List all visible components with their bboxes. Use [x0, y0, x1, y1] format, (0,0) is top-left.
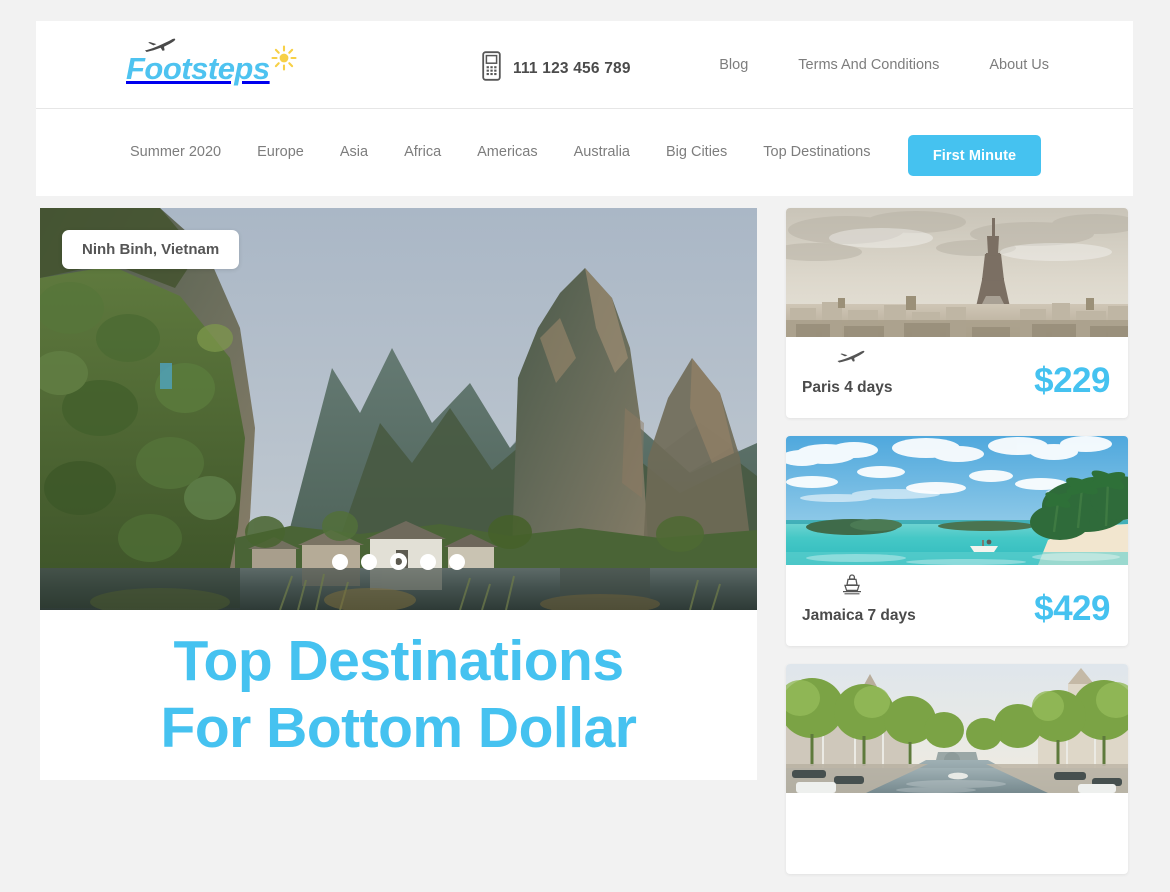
deal-image-amsterdam [786, 664, 1128, 793]
category-nav-list: Summer 2020 Europe Asia Africa Americas … [130, 144, 870, 160]
page-title-line-1: Top Destinations [173, 629, 624, 693]
hero-section: Ninh Binh, Vietnam Top Destinations For … [40, 208, 757, 780]
site-header: Footsteps 111 123 456 789 Blog Terms And… [36, 21, 1133, 108]
deal-info-amsterdam [786, 793, 1128, 874]
site-logo[interactable]: Footsteps [126, 37, 297, 84]
cruise-ship-icon [840, 573, 864, 602]
deal-info-jamaica: Jamaica 7 days $429 [786, 565, 1128, 646]
page-title-line-2: For Bottom Dollar [160, 696, 637, 761]
carousel-dot-1[interactable] [332, 553, 348, 570]
deal-card-jamaica[interactable]: Jamaica 7 days $429 [786, 436, 1128, 646]
top-link-terms-and-conditions[interactable]: Terms And Conditions [798, 57, 939, 73]
carousel-indicators [40, 553, 757, 570]
carousel-dot-3-active[interactable] [390, 553, 407, 570]
first-minute-button[interactable]: First Minute [908, 135, 1041, 176]
phone-contact[interactable]: 111 123 456 789 [482, 51, 631, 86]
deal-label-paris: Paris 4 days [802, 379, 893, 396]
deal-image-jamaica [786, 436, 1128, 565]
nav-item-americas[interactable]: Americas [477, 144, 537, 160]
nav-item-summer-2020[interactable]: Summer 2020 [130, 144, 221, 160]
nav-item-australia[interactable]: Australia [574, 144, 630, 160]
logo-text: Footsteps [126, 51, 270, 86]
main-navigation: Summer 2020 Europe Asia Africa Americas … [36, 109, 1133, 196]
mobile-phone-icon [482, 51, 501, 86]
deal-card-paris[interactable]: Paris 4 days $229 [786, 208, 1128, 418]
top-link-about-us[interactable]: About Us [989, 57, 1049, 73]
utility-nav: Blog Terms And Conditions About Us [719, 57, 1049, 73]
hero-image[interactable]: Ninh Binh, Vietnam [40, 208, 757, 610]
page-title: Top Destinations For Bottom Dollar [40, 628, 757, 763]
nav-item-asia[interactable]: Asia [340, 144, 368, 160]
nav-item-africa[interactable]: Africa [404, 144, 441, 160]
nav-item-top-destinations[interactable]: Top Destinations [763, 144, 870, 160]
sun-icon [271, 45, 297, 76]
carousel-dot-2[interactable] [361, 553, 377, 570]
page-root: Footsteps 111 123 456 789 Blog Terms And… [0, 0, 1170, 874]
deal-card-amsterdam[interactable] [786, 664, 1128, 874]
deal-info-paris: Paris 4 days $229 [786, 337, 1128, 418]
deal-price-jamaica: $429 [1034, 589, 1110, 628]
carousel-dot-4[interactable] [420, 553, 436, 570]
deal-price-paris: $229 [1034, 361, 1110, 400]
nav-item-europe[interactable]: Europe [257, 144, 304, 160]
phone-number: 111 123 456 789 [513, 59, 631, 77]
nav-item-big-cities[interactable]: Big Cities [666, 144, 727, 160]
deals-sidebar: Paris 4 days $229 Jamaica 7 days $429 [786, 208, 1128, 892]
hero-location-badge: Ninh Binh, Vietnam [62, 230, 240, 269]
airplane-icon [836, 349, 866, 369]
top-link-blog[interactable]: Blog [719, 57, 748, 73]
carousel-dot-5[interactable] [449, 553, 465, 570]
deal-label-jamaica: Jamaica 7 days [802, 607, 916, 624]
deal-image-paris [786, 208, 1128, 337]
